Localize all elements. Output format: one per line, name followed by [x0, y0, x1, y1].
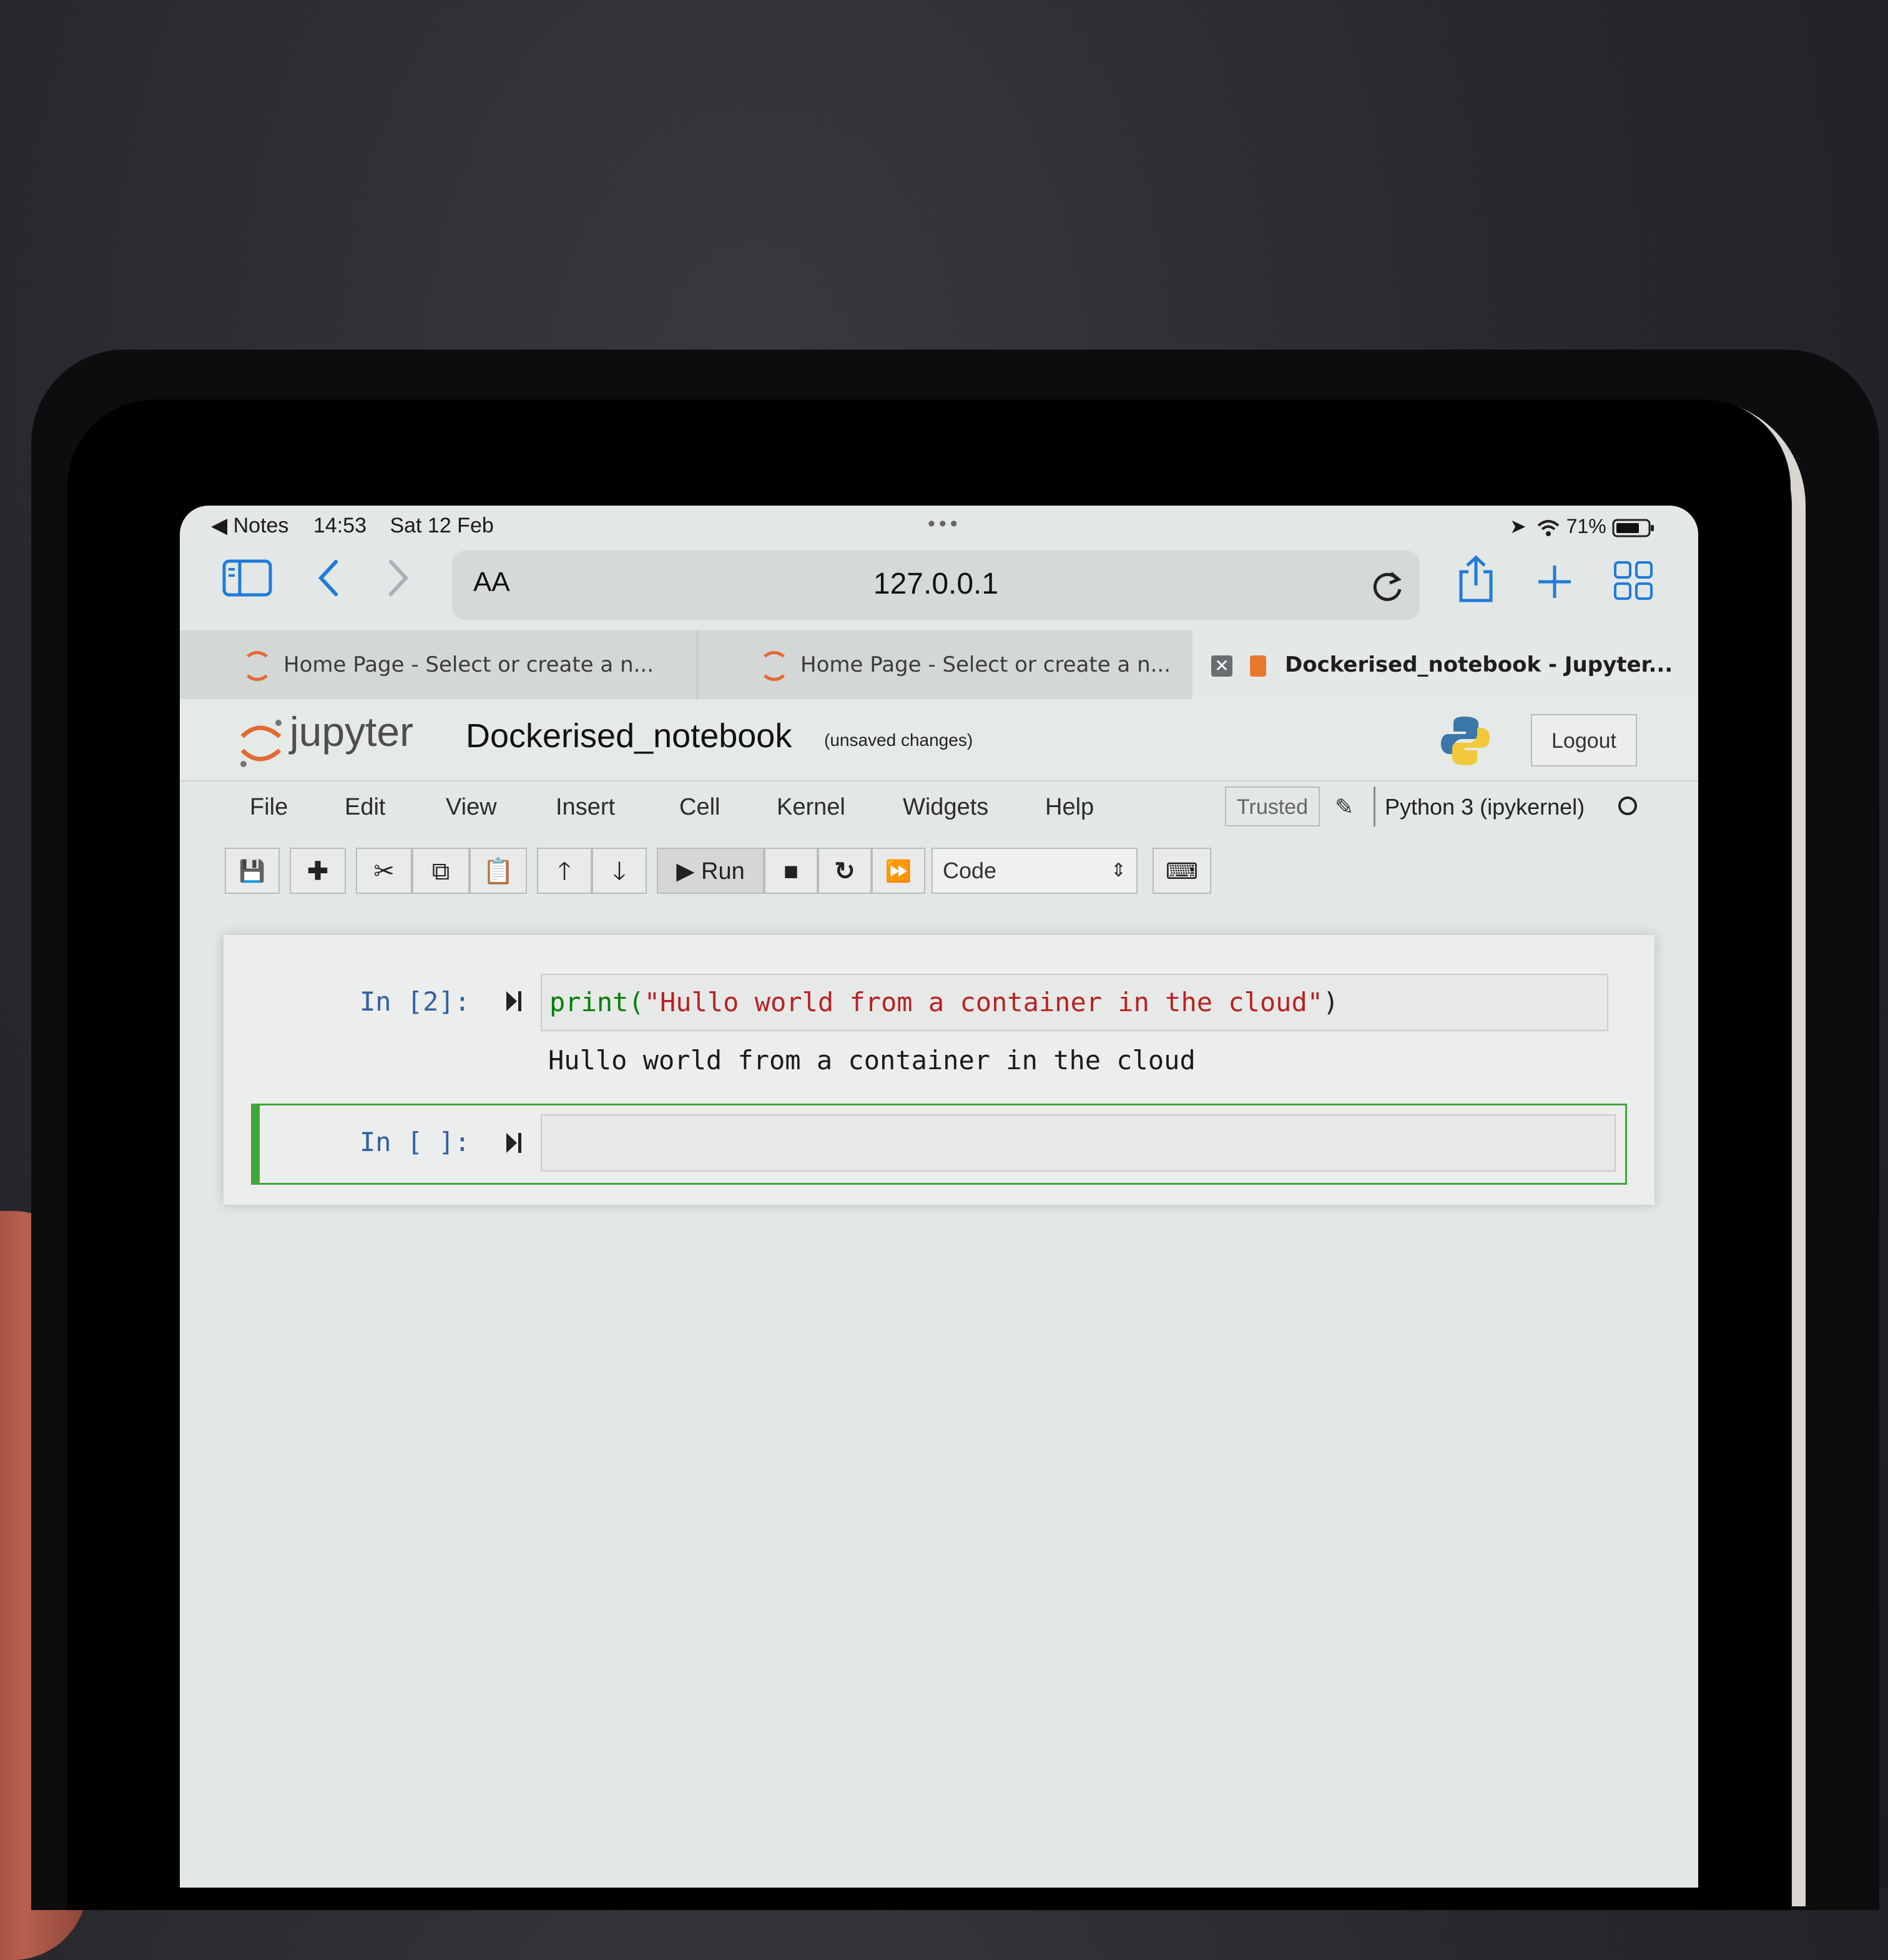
close-tab-icon[interactable]: ✕	[1211, 655, 1232, 677]
forward-icon[interactable]	[386, 558, 411, 601]
insert-cell-button[interactable]: ✚	[290, 848, 346, 894]
move-down-button[interactable]: 🡓	[592, 848, 647, 894]
interrupt-button[interactable]: ■	[764, 848, 818, 894]
save-button[interactable]: 💾	[225, 848, 280, 894]
input-prompt: In [2]:	[360, 986, 471, 1017]
status-bar: ◀ Notes 14:53 Sat 12 Feb	[211, 513, 494, 538]
restart-button[interactable]: ↻	[818, 848, 872, 894]
input-prompt: In [ ]:	[360, 1127, 471, 1157]
python-logo-icon	[1440, 714, 1491, 771]
arrow-up-icon: 🡑	[558, 858, 571, 885]
jupyter-favicon-icon	[242, 650, 272, 681]
browser-tab-title: Home Page - Select or create a n...	[283, 652, 654, 677]
notebook-header: jupyter Dockerised_notebook (unsaved cha…	[180, 699, 1698, 782]
jupyter-logo[interactable]	[237, 714, 287, 773]
plus-icon: ✚	[307, 858, 328, 885]
stop-icon: ■	[783, 858, 799, 885]
scissors-icon: ✂	[373, 858, 395, 885]
restart-run-all-button[interactable]: ⏩	[872, 848, 925, 894]
restart-icon: ↻	[834, 858, 855, 885]
notebook-toolbar: 💾 ✚ ✂ ⧉ 📋 🡑 🡓 ▶ Run ■ ↻ ⏩ Code ⇕ ⌨	[225, 840, 1661, 903]
move-up-button[interactable]: 🡑	[537, 848, 592, 894]
save-icon: 💾	[238, 860, 266, 883]
code-string: "Hullo world from a container in the clo…	[644, 987, 1324, 1017]
save-status: (unsaved changes)	[824, 730, 973, 750]
code-input-empty[interactable]	[541, 1114, 1616, 1172]
back-app-label[interactable]: Notes	[234, 514, 289, 537]
cell-type-value: Code	[943, 858, 997, 883]
paste-icon: 📋	[483, 858, 514, 885]
menu-help[interactable]: Help	[1045, 794, 1094, 821]
command-palette-button[interactable]: ⌨	[1153, 848, 1211, 894]
browser-tab-3[interactable]: ✕ Dockerised_notebook - Jupyter...	[1192, 630, 1698, 699]
notebook-container: In [2]: print("Hullo world from a contai…	[224, 935, 1654, 1205]
fast-forward-icon: ⏩	[885, 860, 912, 883]
back-arrow-icon[interactable]: ◀	[211, 514, 227, 537]
jupyter-wordmark: jupyter	[290, 708, 414, 755]
browser-tab-1[interactable]: Home Page - Select or create a n...	[180, 630, 698, 699]
clock: 14:53	[313, 514, 366, 537]
menu-bar: File Edit View Insert Cell Kernel Widget…	[225, 780, 1654, 840]
selected-cell[interactable]: In [ ]:	[251, 1104, 1627, 1185]
logout-button[interactable]: Logout	[1531, 714, 1637, 767]
browser-tab-title: Home Page - Select or create a n...	[800, 652, 1171, 677]
keyboard-icon: ⌨	[1166, 858, 1198, 884]
wifi-icon	[1536, 515, 1566, 537]
battery-percent: 71%	[1566, 515, 1606, 537]
menu-cell[interactable]: Cell	[679, 794, 720, 821]
menu-view[interactable]: View	[446, 794, 497, 821]
cell-output: Hullo world from a container in the clou…	[548, 1045, 1196, 1076]
code-input[interactable]: print("Hullo world from a container in t…	[541, 974, 1608, 1031]
kernel-name[interactable]: Python 3 (ipykernel)	[1385, 794, 1585, 820]
url-text[interactable]: 127.0.0.1	[452, 567, 1420, 601]
new-tab-icon[interactable]	[1536, 563, 1573, 604]
run-cell-icon[interactable]	[504, 1130, 523, 1159]
chevron-updown-icon: ⇕	[1110, 860, 1126, 881]
code-builtin: print(	[549, 987, 644, 1017]
tablet-screen: ◀ Notes 14:53 Sat 12 Feb ••• ➤ 71% AA 12…	[180, 506, 1698, 1888]
tab-overview-icon[interactable]	[1613, 561, 1653, 604]
browser-tab-2[interactable]: Home Page - Select or create a n...	[699, 630, 1192, 699]
date: Sat 12 Feb	[390, 514, 494, 537]
menu-widgets[interactable]: Widgets	[903, 794, 988, 821]
copy-icon: ⧉	[431, 858, 450, 885]
sidebar-icon[interactable]	[222, 559, 272, 600]
notebook-favicon-icon	[1250, 655, 1266, 677]
play-icon: ▶	[676, 858, 695, 884]
kernel-idle-icon	[1618, 796, 1637, 815]
cut-button[interactable]: ✂	[356, 848, 412, 894]
edit-pencil-icon[interactable]: ✎	[1335, 794, 1354, 820]
jupyter-favicon-icon	[759, 650, 789, 681]
run-label: Run	[701, 858, 745, 884]
address-bar[interactable]: AA 127.0.0.1	[452, 551, 1420, 620]
location-icon: ➤	[1510, 515, 1527, 537]
notebook-title[interactable]: Dockerised_notebook	[466, 717, 792, 755]
reload-icon[interactable]	[1370, 568, 1405, 609]
back-icon[interactable]	[316, 558, 341, 601]
run-button[interactable]: ▶ Run	[657, 848, 764, 894]
code-paren: )	[1323, 987, 1339, 1017]
menu-file[interactable]: File	[250, 794, 288, 821]
paste-button[interactable]: 📋	[470, 848, 527, 894]
menu-kernel[interactable]: Kernel	[777, 794, 845, 821]
menu-edit[interactable]: Edit	[345, 794, 385, 821]
trusted-indicator[interactable]: Trusted	[1225, 786, 1320, 826]
copy-button[interactable]: ⧉	[412, 848, 470, 894]
battery-icon	[1612, 515, 1656, 537]
status-icons: ➤ 71%	[1510, 514, 1656, 539]
cell-type-select[interactable]: Code ⇕	[932, 848, 1138, 894]
browser-tab-title: Dockerised_notebook - Jupyter...	[1285, 652, 1673, 677]
run-cell-icon[interactable]	[504, 989, 523, 1017]
menu-insert[interactable]: Insert	[556, 794, 615, 821]
browser-tab-bar: Home Page - Select or create a n... Home…	[180, 630, 1698, 699]
multitasking-dots[interactable]: •••	[928, 512, 961, 536]
kernel-divider	[1374, 786, 1375, 826]
arrow-down-icon: 🡓	[612, 858, 626, 885]
share-icon[interactable]	[1456, 555, 1496, 607]
